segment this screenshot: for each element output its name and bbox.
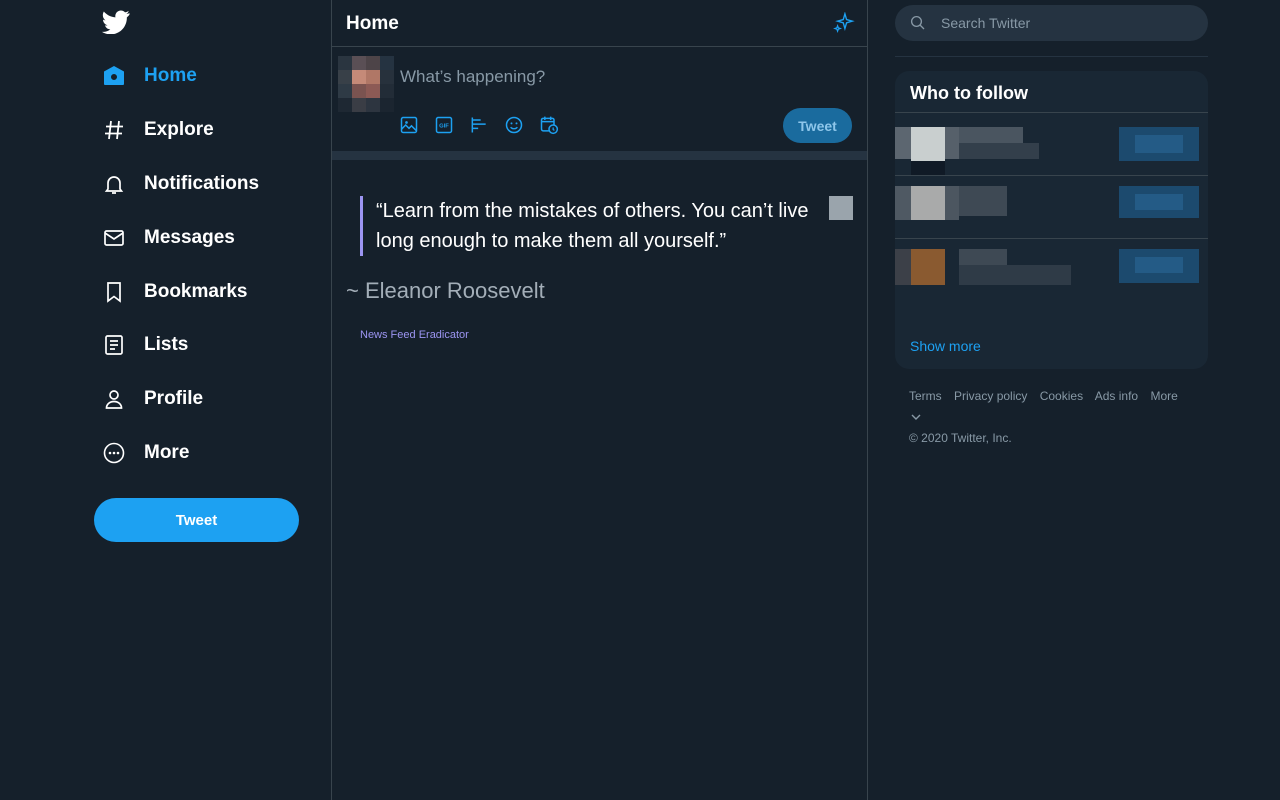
twitter-logo-icon[interactable] (102, 10, 130, 34)
avatar-blur-edge (945, 186, 959, 220)
footer-more-label: More (1150, 389, 1178, 403)
nav-item-profile[interactable]: Profile (102, 381, 203, 417)
left-sidebar: Home Explore Notifications Messages Book… (94, 0, 331, 800)
compose-input[interactable]: What’s happening? (400, 67, 545, 87)
tweet-button[interactable]: Tweet (94, 498, 299, 542)
envelope-icon (104, 230, 124, 246)
name-placeholder (959, 127, 1023, 143)
avatar-blur-edge (945, 127, 959, 159)
gif-icon[interactable]: GIF (434, 115, 454, 135)
quote-text: “Learn from the mistakes of others. You … (360, 196, 810, 256)
avatar-blur-edge (895, 249, 911, 285)
sparkle-icon[interactable] (833, 12, 855, 34)
main-timeline: Home What’s happening? Tweet GIF “Learn … (331, 0, 868, 800)
svg-text:GIF: GIF (439, 124, 449, 130)
avatar[interactable] (911, 249, 945, 285)
footer: Terms Privacy policy Cookies Ads info Mo… (909, 386, 1199, 449)
follow-suggestion[interactable] (895, 239, 1208, 302)
nav-item-messages[interactable]: Messages (102, 220, 235, 256)
bell-icon (104, 176, 124, 194)
divider (895, 56, 1208, 57)
nav-label-notifications: Notifications (144, 173, 260, 194)
follow-button-label (1135, 194, 1183, 210)
nav-label-profile: Profile (144, 388, 204, 409)
hashtag-icon (105, 120, 123, 140)
timeline-header: Home (332, 0, 867, 47)
nav-label-more: More (144, 442, 190, 463)
follow-button-label (1135, 257, 1183, 273)
quote-thumbnail[interactable] (829, 196, 853, 220)
poll-icon[interactable] (469, 115, 489, 135)
handle-placeholder (959, 265, 1071, 285)
nav-item-notifications[interactable]: Notifications (102, 166, 259, 202)
nav-item-more[interactable]: More (102, 435, 189, 471)
copyright: © 2020 Twitter, Inc. (909, 431, 1012, 445)
footer-links: Terms Privacy policy Cookies Ads info Mo… (909, 386, 1199, 428)
bookmark-icon (107, 282, 121, 303)
avatar-blur-edge (895, 127, 911, 159)
nav-label-bookmarks: Bookmarks (144, 281, 248, 302)
home-icon (104, 66, 124, 85)
right-sidebar: Search Twitter Who to follow Show more T… (895, 0, 1208, 800)
search-bar[interactable]: Search Twitter (895, 5, 1208, 41)
avatar[interactable] (911, 186, 945, 220)
who-to-follow-panel: Who to follow Show more (895, 71, 1208, 369)
name-placeholder (959, 186, 1007, 216)
nav-item-lists[interactable]: Lists (102, 327, 188, 363)
schedule-icon[interactable] (539, 115, 559, 135)
avatar-blur-edge (895, 186, 911, 220)
nav-label-explore: Explore (144, 119, 214, 140)
avatar-blur-edge (911, 161, 945, 175)
image-icon[interactable] (399, 115, 419, 135)
person-icon (105, 390, 123, 409)
emoji-icon[interactable] (504, 115, 524, 135)
footer-link-terms[interactable]: Terms (909, 389, 942, 403)
avatar[interactable] (338, 56, 394, 112)
chevron-down-icon (911, 414, 921, 420)
search-input[interactable]: Search Twitter (941, 15, 1030, 31)
follow-suggestion[interactable] (895, 113, 1208, 176)
nav-item-explore[interactable]: Explore (102, 112, 214, 148)
show-more-link[interactable]: Show more (910, 338, 981, 354)
nav-item-bookmarks[interactable]: Bookmarks (102, 274, 248, 310)
follow-suggestion[interactable] (895, 176, 1208, 239)
footer-link-privacy[interactable]: Privacy policy (954, 389, 1027, 403)
footer-link-ads-info[interactable]: Ads info (1095, 389, 1138, 403)
avatar[interactable] (911, 127, 945, 161)
nav-label-home: Home (144, 65, 197, 86)
follow-button-label (1135, 135, 1183, 153)
who-to-follow-title: Who to follow (895, 71, 1208, 113)
nav-item-home[interactable]: Home (102, 58, 197, 94)
name-placeholder (959, 249, 1007, 265)
footer-link-cookies[interactable]: Cookies (1040, 389, 1083, 403)
page-title: Home (346, 13, 399, 34)
quote-author: ~ Eleanor Roosevelt (346, 278, 545, 303)
nav-label-lists: Lists (144, 334, 189, 355)
composer-tweet-button[interactable]: Tweet (783, 108, 852, 143)
search-icon (910, 15, 925, 30)
section-divider (332, 151, 867, 160)
nav-label-messages: Messages (144, 227, 235, 248)
list-icon (105, 335, 123, 355)
news-feed-eradicator: “Learn from the mistakes of others. You … (332, 160, 867, 800)
tweet-composer: What’s happening? Tweet (332, 47, 867, 151)
eradicator-credit-link[interactable]: News Feed Eradicator (360, 329, 469, 341)
handle-placeholder (959, 143, 1039, 159)
more-circle-icon (103, 442, 125, 464)
